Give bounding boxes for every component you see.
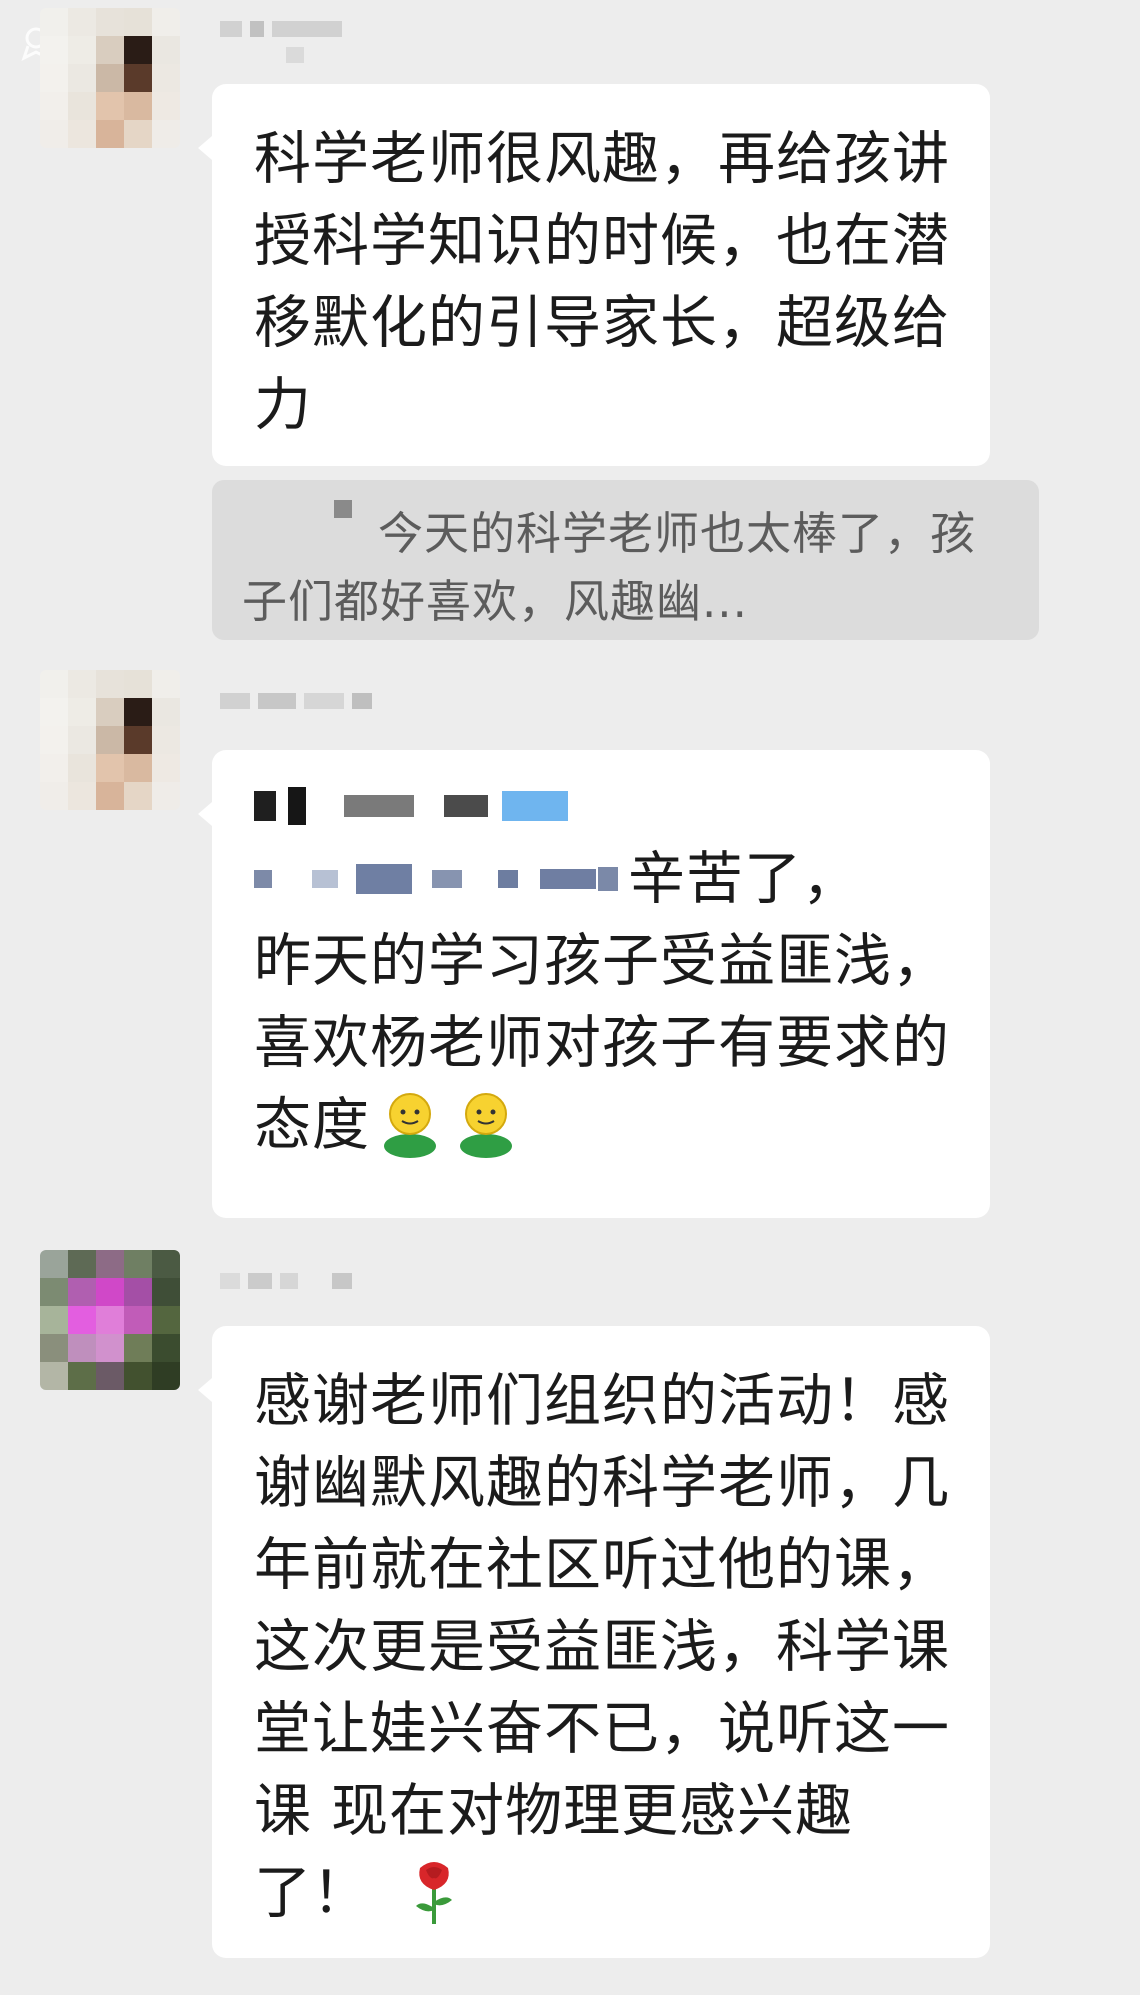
message-bubble[interactable]: 感谢老师们组织的活动！感谢幽默风趣的科学老师，几年前就在社区听过他的课，这次更是…: [198, 1326, 990, 1958]
redacted-mention: [432, 870, 462, 888]
avatar[interactable]: [40, 8, 180, 148]
sender-name-redacted: [220, 18, 342, 40]
message-text: 辛苦了，: [628, 846, 860, 912]
redacted-mention: [598, 867, 618, 891]
avatar[interactable]: [40, 670, 180, 810]
redacted-mention: [540, 869, 596, 889]
sender-name-redacted: [220, 1270, 352, 1292]
quote-text: 今天的科学老师也太棒了，孩子们都好喜欢，风趣幽...: [242, 507, 977, 628]
avatar[interactable]: [40, 1250, 180, 1390]
redacted-mention: [254, 774, 956, 838]
message-text: 科学老师很风趣，再给孩讲授科学知识的时候，也在潜移默化的引导家长，超级给力: [254, 126, 950, 438]
redacted-mention: [254, 870, 272, 888]
rose-icon: [416, 1862, 452, 1924]
message-text: 昨天的学习孩子受益匪浅，喜欢杨老师对孩子有要求的态度: [254, 928, 950, 1158]
message-bubble[interactable]: 科学老师很风趣，再给孩讲授科学知识的时候，也在潜移默化的引导家长，超级给力: [198, 84, 990, 466]
smile-person-icon: [384, 1093, 436, 1158]
sender-name-redacted: [286, 44, 304, 66]
redacted-mention: [498, 870, 518, 888]
redacted-mention: [312, 870, 338, 888]
quoted-message[interactable]: 今天的科学老师也太棒了，孩子们都好喜欢，风趣幽...: [212, 480, 1039, 640]
message-text: 感谢老师们组织的活动！感谢幽默风趣的科学老师，几年前就在社区听过他的课，这次更是…: [254, 1368, 950, 1926]
sender-name-redacted: [220, 690, 372, 712]
message-bubble[interactable]: 辛苦了， 昨天的学习孩子受益匪浅，喜欢杨老师对孩子有要求的态度: [198, 750, 990, 1218]
smile-person-icon: [460, 1093, 512, 1158]
redacted-mention: [356, 864, 412, 894]
